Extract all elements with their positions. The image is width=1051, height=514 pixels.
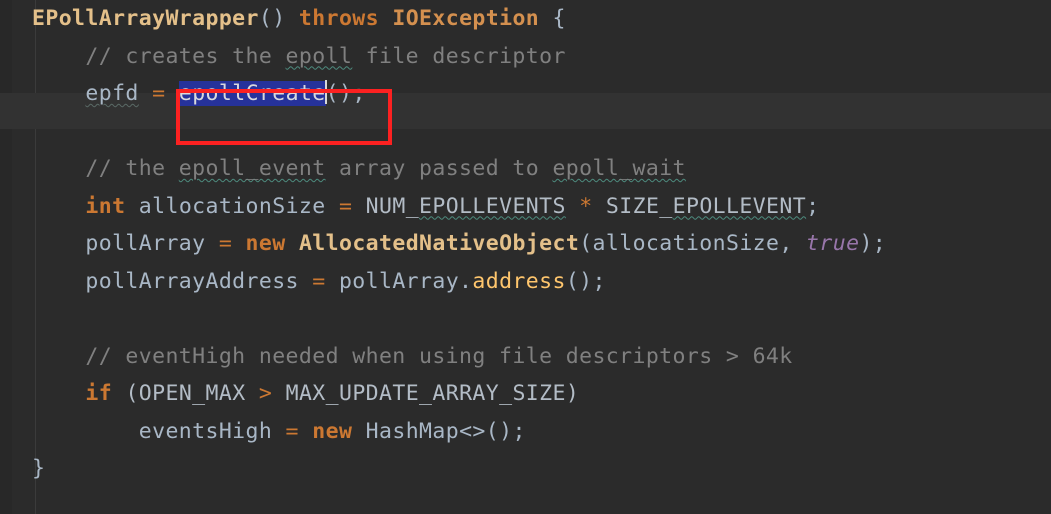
spellcheck-squiggle: EPOLLEVENT xyxy=(672,193,807,219)
code-line[interactable]: pollArray = new AllocatedNativeObject(al… xyxy=(0,225,1051,263)
code-token: = xyxy=(152,81,166,106)
code-token: pollArray. xyxy=(325,268,473,294)
spellcheck-squiggle: EPOLLEVENTS xyxy=(419,193,566,219)
code-token: allocationSize xyxy=(125,193,339,219)
code-token: if xyxy=(85,381,113,406)
code-token: new xyxy=(245,231,286,256)
code-line[interactable]: eventsHigh = new HashMap<>(); xyxy=(0,413,1051,451)
spellcheck-squiggle: epoll_event xyxy=(178,156,326,181)
code-token: ); xyxy=(859,231,887,256)
code-line[interactable]: // eventHigh needed when using file desc… xyxy=(0,338,1051,376)
code-token: = xyxy=(218,231,233,256)
code-token: (); xyxy=(325,81,366,106)
selected-text[interactable]: epollCreate xyxy=(178,81,326,106)
code-text-surface[interactable]: EPollArrayWrapper() throws IOException {… xyxy=(0,0,1051,514)
code-token: file descriptor xyxy=(352,43,566,69)
code-token: SIZE_ xyxy=(592,193,673,219)
code-token: { xyxy=(539,6,566,31)
code-token: array passed to xyxy=(325,156,553,181)
code-token: pollArray xyxy=(32,231,219,256)
code-token: NUM_ xyxy=(352,193,420,219)
code-token: address xyxy=(472,268,566,294)
code-token: = xyxy=(338,193,353,219)
code-line[interactable]: epfd = epollCreate(); xyxy=(0,75,1051,113)
code-token: // eventHigh needed when using file desc… xyxy=(32,343,793,369)
code-line[interactable] xyxy=(0,113,1051,151)
code-token: throws xyxy=(298,6,379,31)
code-token: MAX_UPDATE_ARRAY_SIZE) xyxy=(272,381,580,406)
code-token: // creates the xyxy=(32,43,286,69)
code-token: () xyxy=(258,6,299,31)
code-token: IOException xyxy=(392,6,540,31)
code-line[interactable]: // creates the epoll file descriptor xyxy=(0,38,1051,76)
code-token: true xyxy=(806,231,860,256)
code-line[interactable]: EPollArrayWrapper() throws IOException { xyxy=(0,0,1051,38)
spellcheck-squiggle: epoll xyxy=(285,43,353,69)
code-line[interactable]: pollArrayAddress = pollArray.address(); xyxy=(0,263,1051,301)
code-token: HashMap<>(); xyxy=(352,418,526,444)
code-token: (); xyxy=(565,268,606,294)
code-token: // the xyxy=(32,156,179,181)
code-line[interactable]: int allocationSize = NUM_EPOLLEVENTS * S… xyxy=(0,188,1051,226)
code-editor-viewport[interactable]: EPollArrayWrapper() throws IOException {… xyxy=(0,0,1051,514)
spellcheck-squiggle: epfd xyxy=(85,81,139,106)
spellcheck-squiggle: epoll_wait xyxy=(552,156,686,181)
code-token: eventsHigh xyxy=(32,418,286,444)
code-token: new xyxy=(312,418,353,444)
code-token: ; xyxy=(806,193,820,219)
code-token: EPollArrayWrapper xyxy=(32,6,259,31)
code-token: AllocatedNativeObject xyxy=(298,231,580,256)
code-token: int xyxy=(85,193,126,219)
code-token: = xyxy=(285,418,299,444)
code-line[interactable] xyxy=(0,300,1051,338)
code-token: > xyxy=(258,381,273,406)
code-line[interactable]: } xyxy=(0,450,1051,488)
code-token: pollArrayAddress xyxy=(32,268,313,294)
code-token: * xyxy=(579,193,593,219)
code-token: = xyxy=(312,268,326,294)
code-token: (OPEN_MAX xyxy=(112,381,259,406)
code-line[interactable]: if (OPEN_MAX > MAX_UPDATE_ARRAY_SIZE) xyxy=(0,375,1051,413)
code-token: } xyxy=(32,456,46,481)
code-token: (allocationSize, xyxy=(579,231,807,256)
code-line[interactable]: // the epoll_event array passed to epoll… xyxy=(0,150,1051,188)
